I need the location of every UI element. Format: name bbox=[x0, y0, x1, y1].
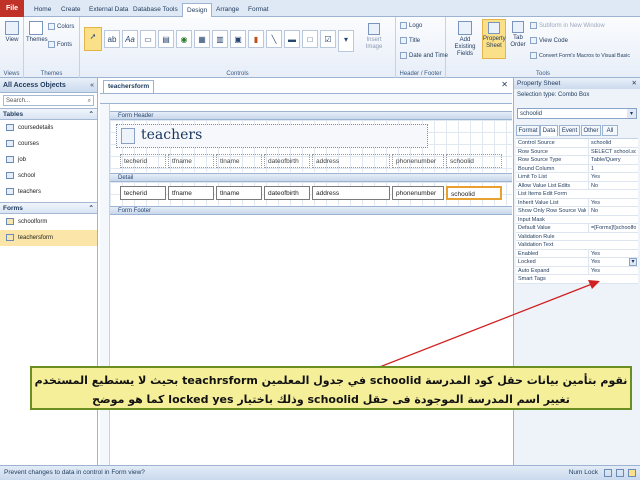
status-bar: Prevent changes to data in control in Fo… bbox=[0, 465, 640, 480]
layout-view-icon[interactable] bbox=[616, 469, 624, 477]
callout-line-1: نقوم بتأمين بيانات حقل كود المدرسة schoo… bbox=[34, 374, 628, 387]
status-message: Prevent changes to data in control in Fo… bbox=[4, 469, 145, 476]
num-lock-indicator: Num Lock bbox=[568, 469, 598, 476]
callout-line-2: تغيير اسم المدرسة الموجودة فى حقل school… bbox=[92, 393, 570, 406]
arrow-line bbox=[371, 283, 593, 371]
design-view-icon[interactable] bbox=[628, 469, 636, 477]
form-view-icon[interactable] bbox=[604, 469, 612, 477]
annotation-callout: نقوم بتأمين بيانات حقل كود المدرسة schoo… bbox=[30, 366, 632, 410]
